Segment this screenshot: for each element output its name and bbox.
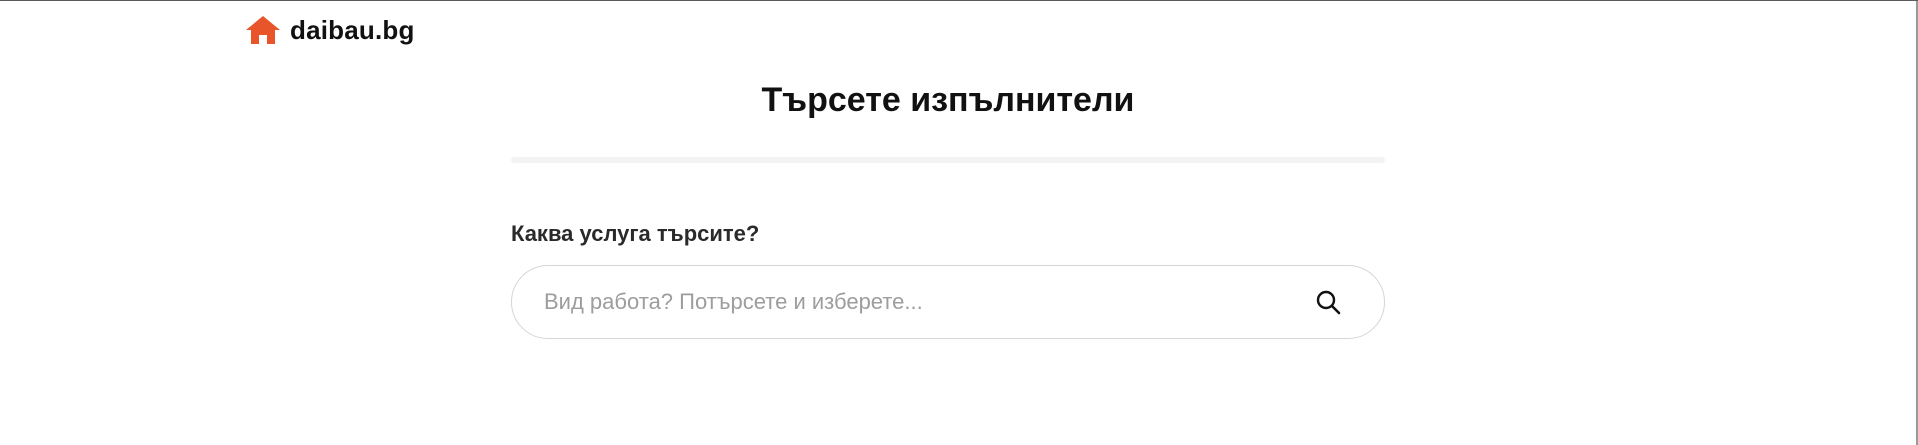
search-box bbox=[511, 265, 1385, 339]
house-icon bbox=[244, 15, 282, 45]
page-title: Търсете изпълнители bbox=[761, 81, 1135, 119]
divider bbox=[511, 157, 1385, 163]
site-logo-text: daibau.bg bbox=[290, 15, 415, 45]
search-input[interactable] bbox=[512, 266, 1308, 338]
search-icon[interactable] bbox=[1308, 282, 1348, 322]
site-logo-link[interactable]: daibau.bg bbox=[244, 15, 415, 45]
search-label: Каква услуга търсите? bbox=[511, 221, 760, 246]
page: daibau.bg Търсете изпълнители Каква услу… bbox=[0, 0, 1918, 445]
